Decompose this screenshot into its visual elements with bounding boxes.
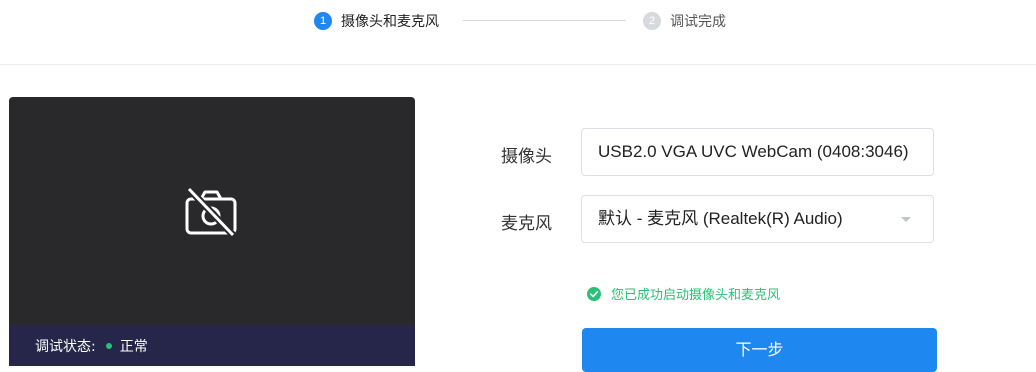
debug-status-bar: 调试状态: 正常 xyxy=(9,325,415,366)
status-dot xyxy=(105,342,112,349)
success-message: 您已成功启动摄像头和麦克风 xyxy=(587,284,780,303)
camera-label: 摄像头 xyxy=(501,147,552,167)
camera-preview: 调试状态: 正常 xyxy=(9,97,415,366)
success-text: 您已成功启动摄像头和麦克风 xyxy=(611,288,781,303)
step-label-2: 调试完成 xyxy=(670,14,726,30)
step-connector xyxy=(463,20,626,21)
camera-select[interactable]: USB2.0 VGA UVC WebCam (0408:3046) xyxy=(581,128,934,176)
step-finish: 2 调试完成 xyxy=(643,10,726,32)
status-label: 调试状态: xyxy=(35,338,96,355)
camera-select-value: USB2.0 VGA UVC WebCam (0408:3046) xyxy=(598,142,909,161)
step-number-2: 2 xyxy=(643,12,661,30)
step-number-1: 1 xyxy=(314,12,332,30)
step-label-1: 摄像头和麦克风 xyxy=(341,14,439,30)
stepper: 1 摄像头和麦克风 2 调试完成 xyxy=(0,0,1036,65)
camera-off-icon xyxy=(185,187,237,237)
mic-select-value: 默认 - 麦克风 (Realtek(R) Audio) xyxy=(598,209,843,228)
check-circle-icon xyxy=(587,286,601,301)
step-camera-mic: 1 摄像头和麦克风 xyxy=(314,10,439,32)
chevron-down-icon[interactable] xyxy=(901,217,911,222)
mic-label: 麦克风 xyxy=(501,214,552,234)
next-step-button[interactable]: 下一步 xyxy=(582,328,937,372)
status-value: 正常 xyxy=(119,338,148,355)
mic-select[interactable]: 默认 - 麦克风 (Realtek(R) Audio) xyxy=(581,195,934,243)
